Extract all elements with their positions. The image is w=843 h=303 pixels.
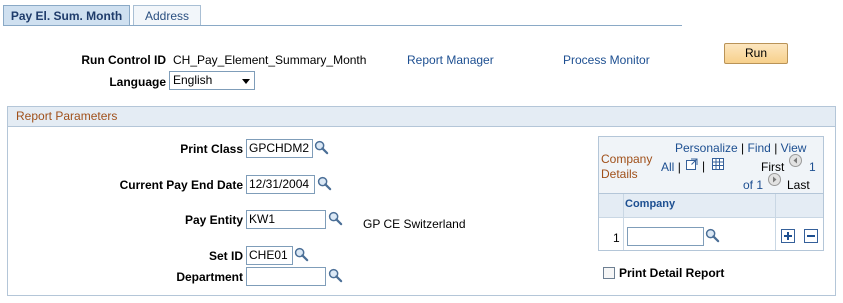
column-divider [775,217,776,250]
language-select[interactable]: English [169,71,255,90]
set-id-label: Set ID [208,249,243,263]
chevron-down-icon [242,79,250,84]
separator: | [741,141,745,155]
print-class-input[interactable]: GPCHDM2 [246,139,313,158]
department-label: Department [176,270,243,284]
last-label: Last [787,178,810,192]
grid-title-line1: Company [601,152,653,166]
add-row-icon[interactable] [781,229,795,243]
view-all-link[interactable]: All [661,160,674,174]
view-all-link-view[interactable]: View [781,141,807,155]
grid-title: Company Details [601,152,652,182]
report-parameters-title: Report Parameters [16,109,118,123]
next-icon [768,173,781,186]
separator: | [677,160,681,174]
lookup-icon[interactable] [294,247,309,262]
first-label: First [761,160,785,174]
grid-header-row: Company [599,194,823,218]
tab-address[interactable]: Address [133,5,201,26]
company-column-header[interactable]: Company [625,198,675,210]
language-value: English [173,73,213,87]
column-divider [623,194,624,217]
delete-row-icon[interactable] [804,229,818,243]
lookup-icon[interactable] [328,211,343,226]
lookup-icon[interactable] [705,228,720,243]
personalize-link[interactable]: Personalize [675,141,738,155]
lookup-icon[interactable] [314,140,329,155]
tab-divider [3,25,682,26]
set-id-input[interactable]: CHE01 [246,246,293,265]
column-divider [775,194,776,217]
run-control-value: CH_Pay_Element_Summary_Month [173,53,367,67]
report-manager-link[interactable]: Report Manager [407,53,494,67]
run-control-label: Run Control ID [81,53,166,67]
grid-title-line2: Details [601,167,638,181]
company-input[interactable] [627,227,704,246]
column-divider [623,217,624,250]
pay-entity-input[interactable]: KW1 [246,210,326,229]
grid-icon[interactable] [711,157,725,171]
print-class-label: Print Class [180,142,243,156]
print-detail-report-checkbox[interactable] [603,267,615,279]
pay-entity-label: Pay Entity [184,213,243,227]
separator: | [774,141,778,155]
tab-pay-el-sum-month[interactable]: Pay El. Sum. Month [3,5,130,26]
grid-navigation-bar: Company Details Personalize | Find | Vie… [599,137,823,194]
previous-icon [789,154,802,167]
print-detail-report-label: Print Detail Report [619,266,725,280]
current-pay-end-date-input[interactable]: 12/31/2004 [246,175,315,194]
find-link[interactable]: Find [748,141,771,155]
current-pay-end-date-label: Current Pay End Date [119,178,243,192]
process-monitor-link[interactable]: Process Monitor [563,53,650,67]
row-number: 1 [613,231,620,245]
calendar-lookup-icon[interactable] [317,176,332,191]
report-parameters-header: Report Parameters [8,107,835,127]
page-of-label: of 1 [743,178,764,192]
company-details-grid: Company Details Personalize | Find | Vie… [598,136,824,251]
first-page-number: 1 [809,160,816,174]
separator: | [702,159,706,173]
pay-entity-description: GP CE Switzerland [363,217,466,231]
department-input[interactable] [246,267,326,286]
language-label: Language [109,75,166,89]
lookup-icon[interactable] [328,268,343,283]
run-button[interactable]: Run [724,43,788,64]
new-window-icon[interactable] [685,157,699,171]
